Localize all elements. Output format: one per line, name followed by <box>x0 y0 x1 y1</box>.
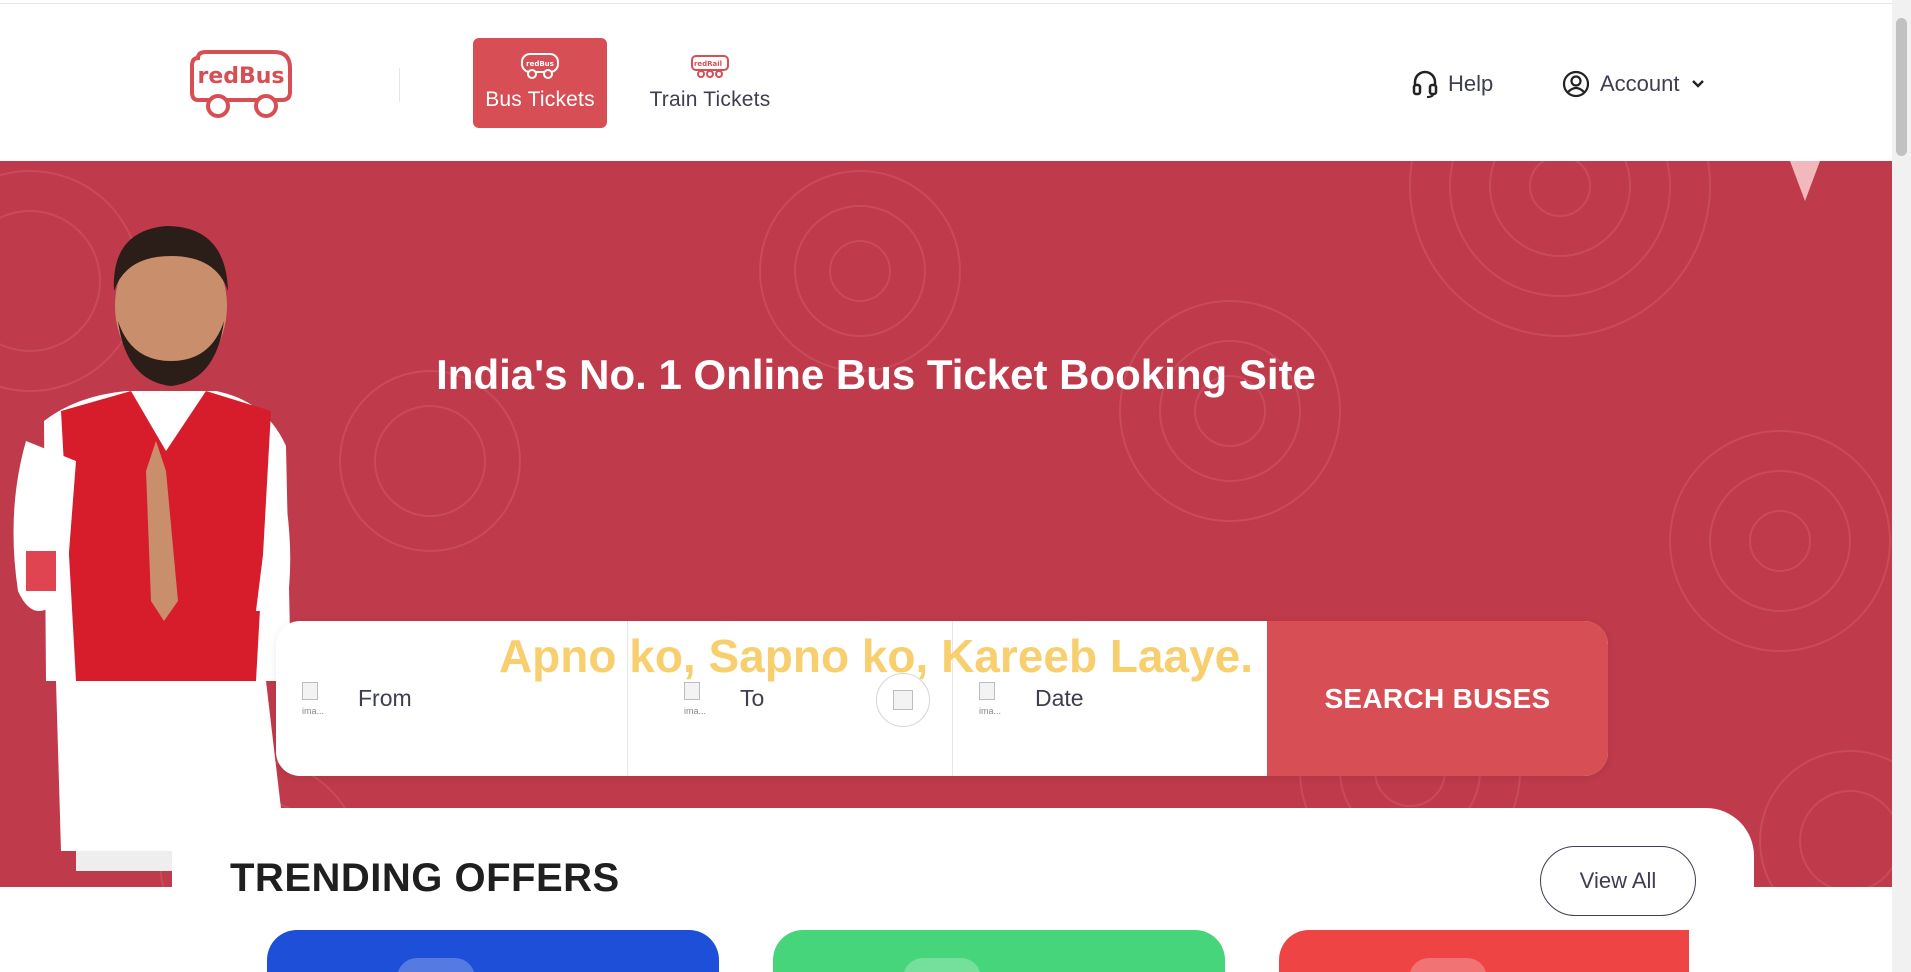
swap-locations-button[interactable] <box>876 673 930 727</box>
tab-bus-tickets-label: Bus Tickets <box>485 88 595 111</box>
scrollbar-thumb[interactable] <box>1896 18 1907 156</box>
from-location-icon: ima... <box>302 681 344 716</box>
help-link[interactable]: Help <box>1412 70 1493 98</box>
hero-tagline: Apno ko, Sapno ko, Kareeb Laaye. <box>498 630 1254 682</box>
tab-bus-tickets[interactable]: redBus Bus Tickets <box>473 38 607 128</box>
trending-offers-section: TRENDING OFFERS View All <box>172 808 1754 972</box>
svg-text:redRail: redRail <box>694 60 722 68</box>
top-header: redBus redBus Bus Tickets redRail Train … <box>0 3 1892 161</box>
offer-card[interactable] <box>1279 930 1689 972</box>
train-icon: redRail <box>691 55 729 78</box>
page-scrollbar[interactable] <box>1892 0 1911 972</box>
swap-icon <box>893 690 913 710</box>
to-location-icon: ima... <box>684 681 726 716</box>
date-label: Date <box>1035 685 1084 711</box>
offers-title: TRENDING OFFERS <box>230 856 620 900</box>
redbus-logo[interactable]: redBus <box>188 48 294 120</box>
brand-ambassador-image <box>13 226 291 871</box>
logo-text: redBus <box>197 64 284 89</box>
bus-icon: redBus <box>521 53 559 79</box>
svg-text:redBus: redBus <box>526 60 554 68</box>
account-label: Account <box>1600 71 1680 96</box>
tab-train-tickets-label: Train Tickets <box>649 88 771 111</box>
header-divider <box>399 68 400 102</box>
account-menu[interactable]: Account <box>1562 70 1706 98</box>
tab-train-tickets[interactable]: redRail Train Tickets <box>630 38 790 128</box>
help-label: Help <box>1448 71 1494 96</box>
to-label: To <box>740 685 765 711</box>
chevron-down-icon <box>1691 80 1704 88</box>
offer-card[interactable] <box>267 930 719 972</box>
hero-title: India's No. 1 Online Bus Ticket Booking … <box>436 351 1316 398</box>
headset-icon <box>1412 70 1438 98</box>
from-label: From <box>358 685 412 711</box>
offer-card[interactable] <box>773 930 1225 972</box>
view-all-offers-button[interactable]: View All <box>1540 846 1696 916</box>
calendar-icon: ima... <box>979 681 1021 716</box>
offer-card-badge <box>1409 958 1487 972</box>
offer-card-badge <box>903 958 981 972</box>
user-circle-icon <box>1562 70 1590 98</box>
offer-card-badge <box>397 958 475 972</box>
hero-banner: India's No. 1 Online Bus Ticket Booking … <box>0 161 1892 887</box>
